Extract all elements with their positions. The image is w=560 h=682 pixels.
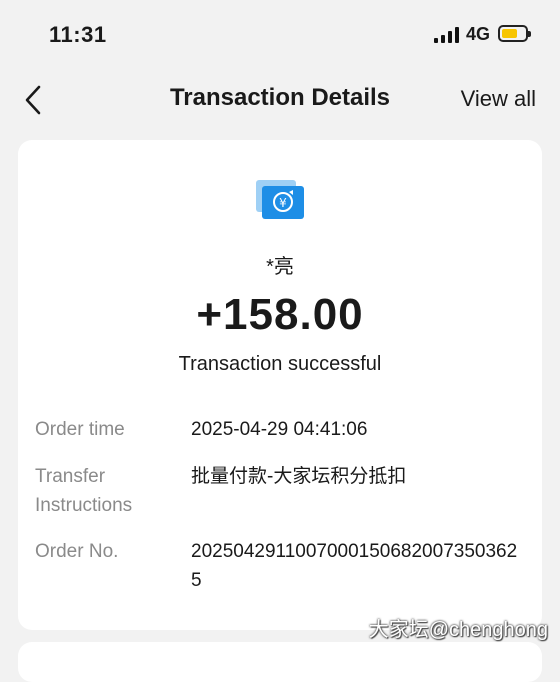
signal-icon <box>434 27 460 43</box>
transaction-card: ¥ *亮 +158.00 Transaction successful Orde… <box>18 140 542 630</box>
detail-value: 2025042911007000150682007350362 5 <box>191 541 518 591</box>
detail-label: Transfer Instructions <box>35 466 133 516</box>
nav-bar: Transaction Details View all <box>0 70 560 130</box>
status-bar: 11:31 4G <box>0 0 560 70</box>
transaction-status: Transaction successful <box>178 353 382 375</box>
payee-name: *亮 <box>266 256 294 278</box>
svg-text:¥: ¥ <box>279 196 287 210</box>
status-time: 11:31 <box>49 22 107 47</box>
secondary-card <box>18 642 542 682</box>
view-all-link[interactable]: View all <box>461 86 536 112</box>
watermark: 大家坛@chenghong <box>368 619 548 641</box>
detail-label: Order No. <box>35 541 119 562</box>
battery-icon <box>498 25 531 42</box>
detail-label: Order time <box>35 419 125 440</box>
transaction-amount: +158.00 <box>196 290 364 339</box>
network-type: 4G <box>466 24 491 44</box>
transfer-icon: ¥ <box>256 180 306 222</box>
detail-value: 批量付款-大家坛积分抵扣 <box>191 466 407 487</box>
detail-value: 2025-04-29 04:41:06 <box>191 419 368 440</box>
